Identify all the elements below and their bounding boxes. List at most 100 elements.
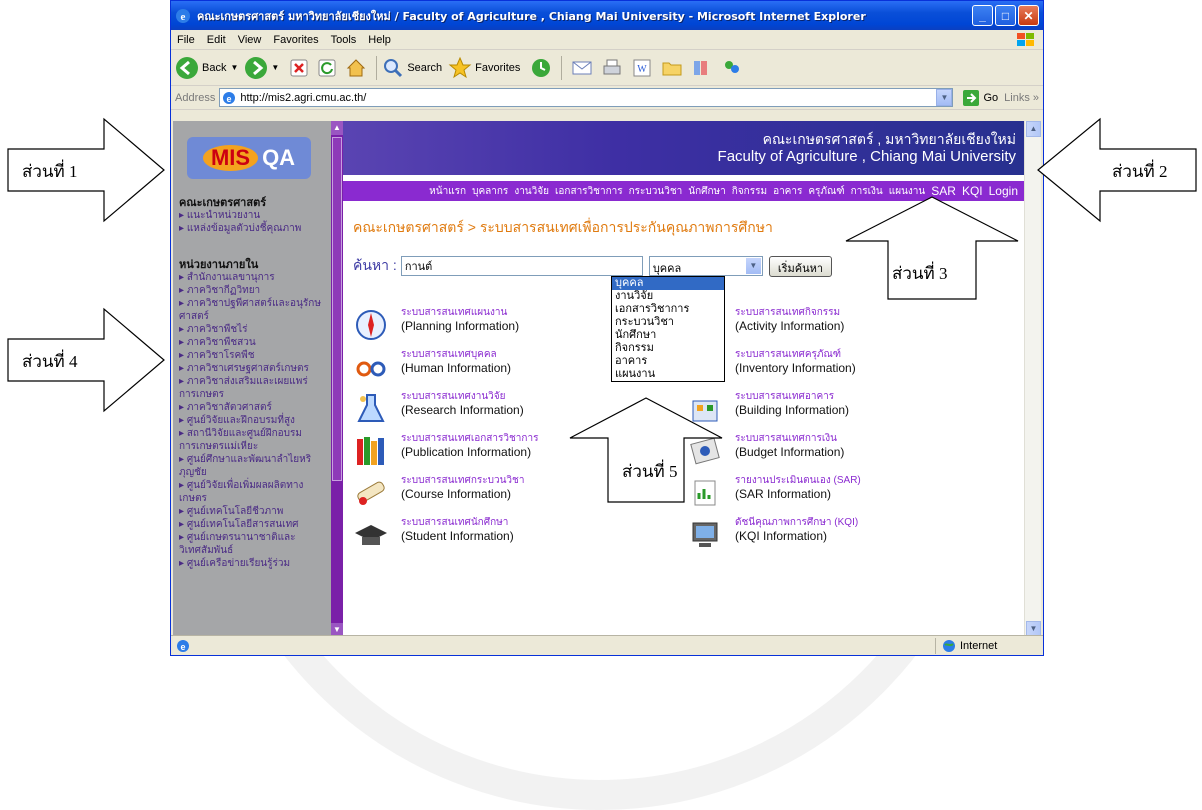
dropdown-option[interactable]: อาคาร <box>612 355 724 368</box>
card-thai: ระบบสารสนเทศกิจกรรม <box>735 307 841 318</box>
sidebar-item[interactable]: สถานีวิจัยและศูนย์ฝึกอบรมการเกษตรแม่เหีย… <box>179 427 327 453</box>
sidebar-item[interactable]: ศูนย์เทคโนโลยีสารสนเทศ <box>179 518 327 531</box>
card-thai: ระบบสารสนเทศอาคาร <box>735 391 835 402</box>
sidebar-scrollbar[interactable]: ▲ ▼ <box>331 121 343 637</box>
history-icon[interactable] <box>530 57 552 79</box>
sidebar-item[interactable]: ศูนย์เกษตรนานาชาติและวิเทศสัมพันธ์ <box>179 531 327 557</box>
sidebar-frame: MIS QA คณะเกษตรศาสตร์ แนะนำหน่วยงาน แหล่… <box>173 121 331 637</box>
menu-file[interactable]: File <box>177 34 195 46</box>
menu-tools[interactable]: Tools <box>331 34 357 46</box>
dropdown-option[interactable]: นักศึกษา <box>612 329 724 342</box>
annotation-label-3: ส่วนที่ 3 <box>892 264 948 283</box>
card-english: (Building Information) <box>735 403 850 417</box>
links-button[interactable]: Links » <box>1004 92 1039 104</box>
sidebar-item[interactable]: ภาควิชาโรคพืช <box>179 349 327 362</box>
sidebar-item[interactable]: แนะนำหน่วยงาน <box>179 209 327 222</box>
search-submit-button[interactable]: เริ่มค้นหา <box>768 255 833 277</box>
mis-qa-logo[interactable]: MIS QA <box>187 137 311 179</box>
favorites-button[interactable]: Favorites <box>448 56 520 80</box>
ie-icon: e <box>176 8 190 23</box>
graduation-cap-icon <box>355 525 387 545</box>
nav-item[interactable]: นักศึกษา <box>688 184 726 199</box>
sidebar-item[interactable]: ภาควิชาเศรษฐศาสตร์เกษตร <box>179 362 327 375</box>
sidebar-item[interactable]: ภาควิชาสัตวศาสตร์ <box>179 401 327 414</box>
messenger-icon[interactable] <box>721 57 743 79</box>
refresh-icon[interactable] <box>317 58 337 78</box>
dropdown-option[interactable]: กระบวนวิชา <box>612 316 724 329</box>
address-label: Address <box>175 91 216 104</box>
card-english: (Planning Information) <box>401 319 520 333</box>
title-bar[interactable]: e คณะเกษตรศาสตร์ มหาวิทยาลัยเชียงใหม่ / … <box>171 1 1043 30</box>
nav-item[interactable]: ครุภัณฑ์ <box>808 184 844 199</box>
annotation-label-1: ส่วนที่ 1 <box>22 162 78 181</box>
card-english: (Activity Information) <box>735 319 845 333</box>
nav-item[interactable]: งานวิจัย <box>514 184 549 199</box>
sidebar-item[interactable]: ศูนย์เครือข่ายเรียนรู้ร่วม <box>179 557 327 570</box>
info-card-kqi[interactable]: ดัชนีคุณภาพการศึกษา (KQI) (KQI Informatio… <box>687 517 927 553</box>
stop-icon[interactable] <box>289 58 309 78</box>
window-title: คณะเกษตรศาสตร์ มหาวิทยาลัยเชียงใหม่ / Fa… <box>197 9 866 23</box>
books-icon <box>357 437 384 465</box>
home-icon[interactable] <box>345 57 367 79</box>
nav-item[interactable]: กระบวนวิชา <box>629 184 683 199</box>
nav-item[interactable]: เอกสารวิชาการ <box>555 184 623 199</box>
select-value: บุคคล <box>652 263 682 275</box>
info-card-course[interactable]: ระบบสารสนเทศกระบวนวิชา (Course Informatio… <box>353 475 593 511</box>
forward-button[interactable]: ▼ <box>244 56 279 80</box>
address-input[interactable]: e http://mis2.agri.cmu.ac.th/ <box>219 88 954 107</box>
sidebar-item[interactable]: ศูนย์เทคโนโลยีชีวภาพ <box>179 505 327 518</box>
dropdown-option[interactable]: เอกสารวิชาการ <box>612 303 724 316</box>
chevron-down-icon[interactable]: ▼ <box>745 258 761 274</box>
mail-icon[interactable] <box>571 57 593 79</box>
scroll-up-icon[interactable]: ▲ <box>331 121 343 135</box>
card-thai: ระบบสารสนเทศครุภัณฑ์ <box>735 349 842 360</box>
search-input[interactable] <box>400 256 643 276</box>
sidebar-scroll-thumb[interactable] <box>332 137 342 481</box>
dropdown-option[interactable]: บุคคล <box>612 277 724 290</box>
info-card-planning[interactable]: ระบบสารสนเทศแผนงาน (Planning Information) <box>353 307 593 343</box>
info-card-human[interactable]: ระบบสารสนเทศบุคคล (Human Information) <box>353 349 593 385</box>
dropdown-option[interactable]: กิจกรรม <box>612 342 724 355</box>
nav-item[interactable]: กิจกรรม <box>732 184 767 199</box>
maximize-button[interactable]: □ <box>995 5 1016 26</box>
info-card-research[interactable]: ระบบสารสนเทศงานวิจัย (Research Informatio… <box>353 391 593 427</box>
back-dropdown-icon: ▼ <box>230 63 239 72</box>
nav-item[interactable]: หน้าแรก <box>429 184 466 199</box>
search-button[interactable]: Search <box>382 57 442 79</box>
sidebar-item[interactable]: แหล่งข้อมูลตัวบ่งชี้คุณภาพ <box>179 222 327 235</box>
sidebar-item[interactable]: ภาควิชาปฐพีศาสตร์และอนุรักษศาสตร์ <box>179 297 327 323</box>
dropdown-option[interactable]: งานวิจัย <box>612 290 724 303</box>
sidebar-item[interactable]: ภาควิชากีฏวิทยา <box>179 284 327 297</box>
menu-favorites[interactable]: Favorites <box>273 34 318 46</box>
sidebar-item[interactable]: สำนักงานเลขานุการ <box>179 271 327 284</box>
menu-edit[interactable]: Edit <box>207 34 226 46</box>
menu-view[interactable]: View <box>238 34 262 46</box>
status-bar: e Internet <box>171 635 1043 655</box>
back-label: Back <box>202 61 227 74</box>
back-button[interactable]: Back ▼ <box>175 56 238 80</box>
address-dropdown-icon[interactable]: ▼ <box>936 89 953 106</box>
sidebar-item[interactable]: ศูนย์วิจัยเพื่อเพิ่มผลผลิตทางเกษตร <box>179 479 327 505</box>
nav-item[interactable]: บุคลากร <box>472 184 508 199</box>
folder-icon[interactable] <box>661 57 683 79</box>
research-icon[interactable] <box>691 57 713 79</box>
sidebar-item[interactable]: ภาควิชาส่งเสริมและเผยแพร่การเกษตร <box>179 375 327 401</box>
nav-item[interactable]: อาคาร <box>773 184 802 199</box>
sidebar-item[interactable]: ภาควิชาพืชสวน <box>179 336 327 349</box>
info-card-publication[interactable]: ระบบสารสนเทศเอกสารวิชาการ (Publication In… <box>353 433 593 469</box>
sidebar-item[interactable]: ภาควิชาพืชไร่ <box>179 323 327 336</box>
print-icon[interactable] <box>601 57 623 79</box>
edit-word-icon[interactable]: W <box>631 57 653 79</box>
close-button[interactable]: ✕ <box>1018 5 1039 26</box>
svg-text:e: e <box>227 94 232 104</box>
info-card-student[interactable]: ระบบสารสนเทศนักศึกษา (Student Information… <box>353 517 593 553</box>
minimize-button[interactable]: _ <box>972 5 993 26</box>
search-category-select[interactable]: บุคคล ▼ <box>648 256 763 276</box>
menu-help[interactable]: Help <box>368 34 391 46</box>
card-thai: รายงานประเมินตนเอง (SAR) <box>735 475 861 486</box>
toolbar: Back ▼ ▼ Search Favorites W <box>171 50 1043 86</box>
sidebar-item[interactable]: ศูนย์ศึกษาและพัฒนาลำไยหริภุญชัย <box>179 453 327 479</box>
go-button[interactable]: Go <box>962 89 998 107</box>
sidebar-item[interactable]: ศูนย์วิจัยและฝึกอบรมที่สูง <box>179 414 327 427</box>
dropdown-option[interactable]: แผนงาน <box>612 368 724 381</box>
